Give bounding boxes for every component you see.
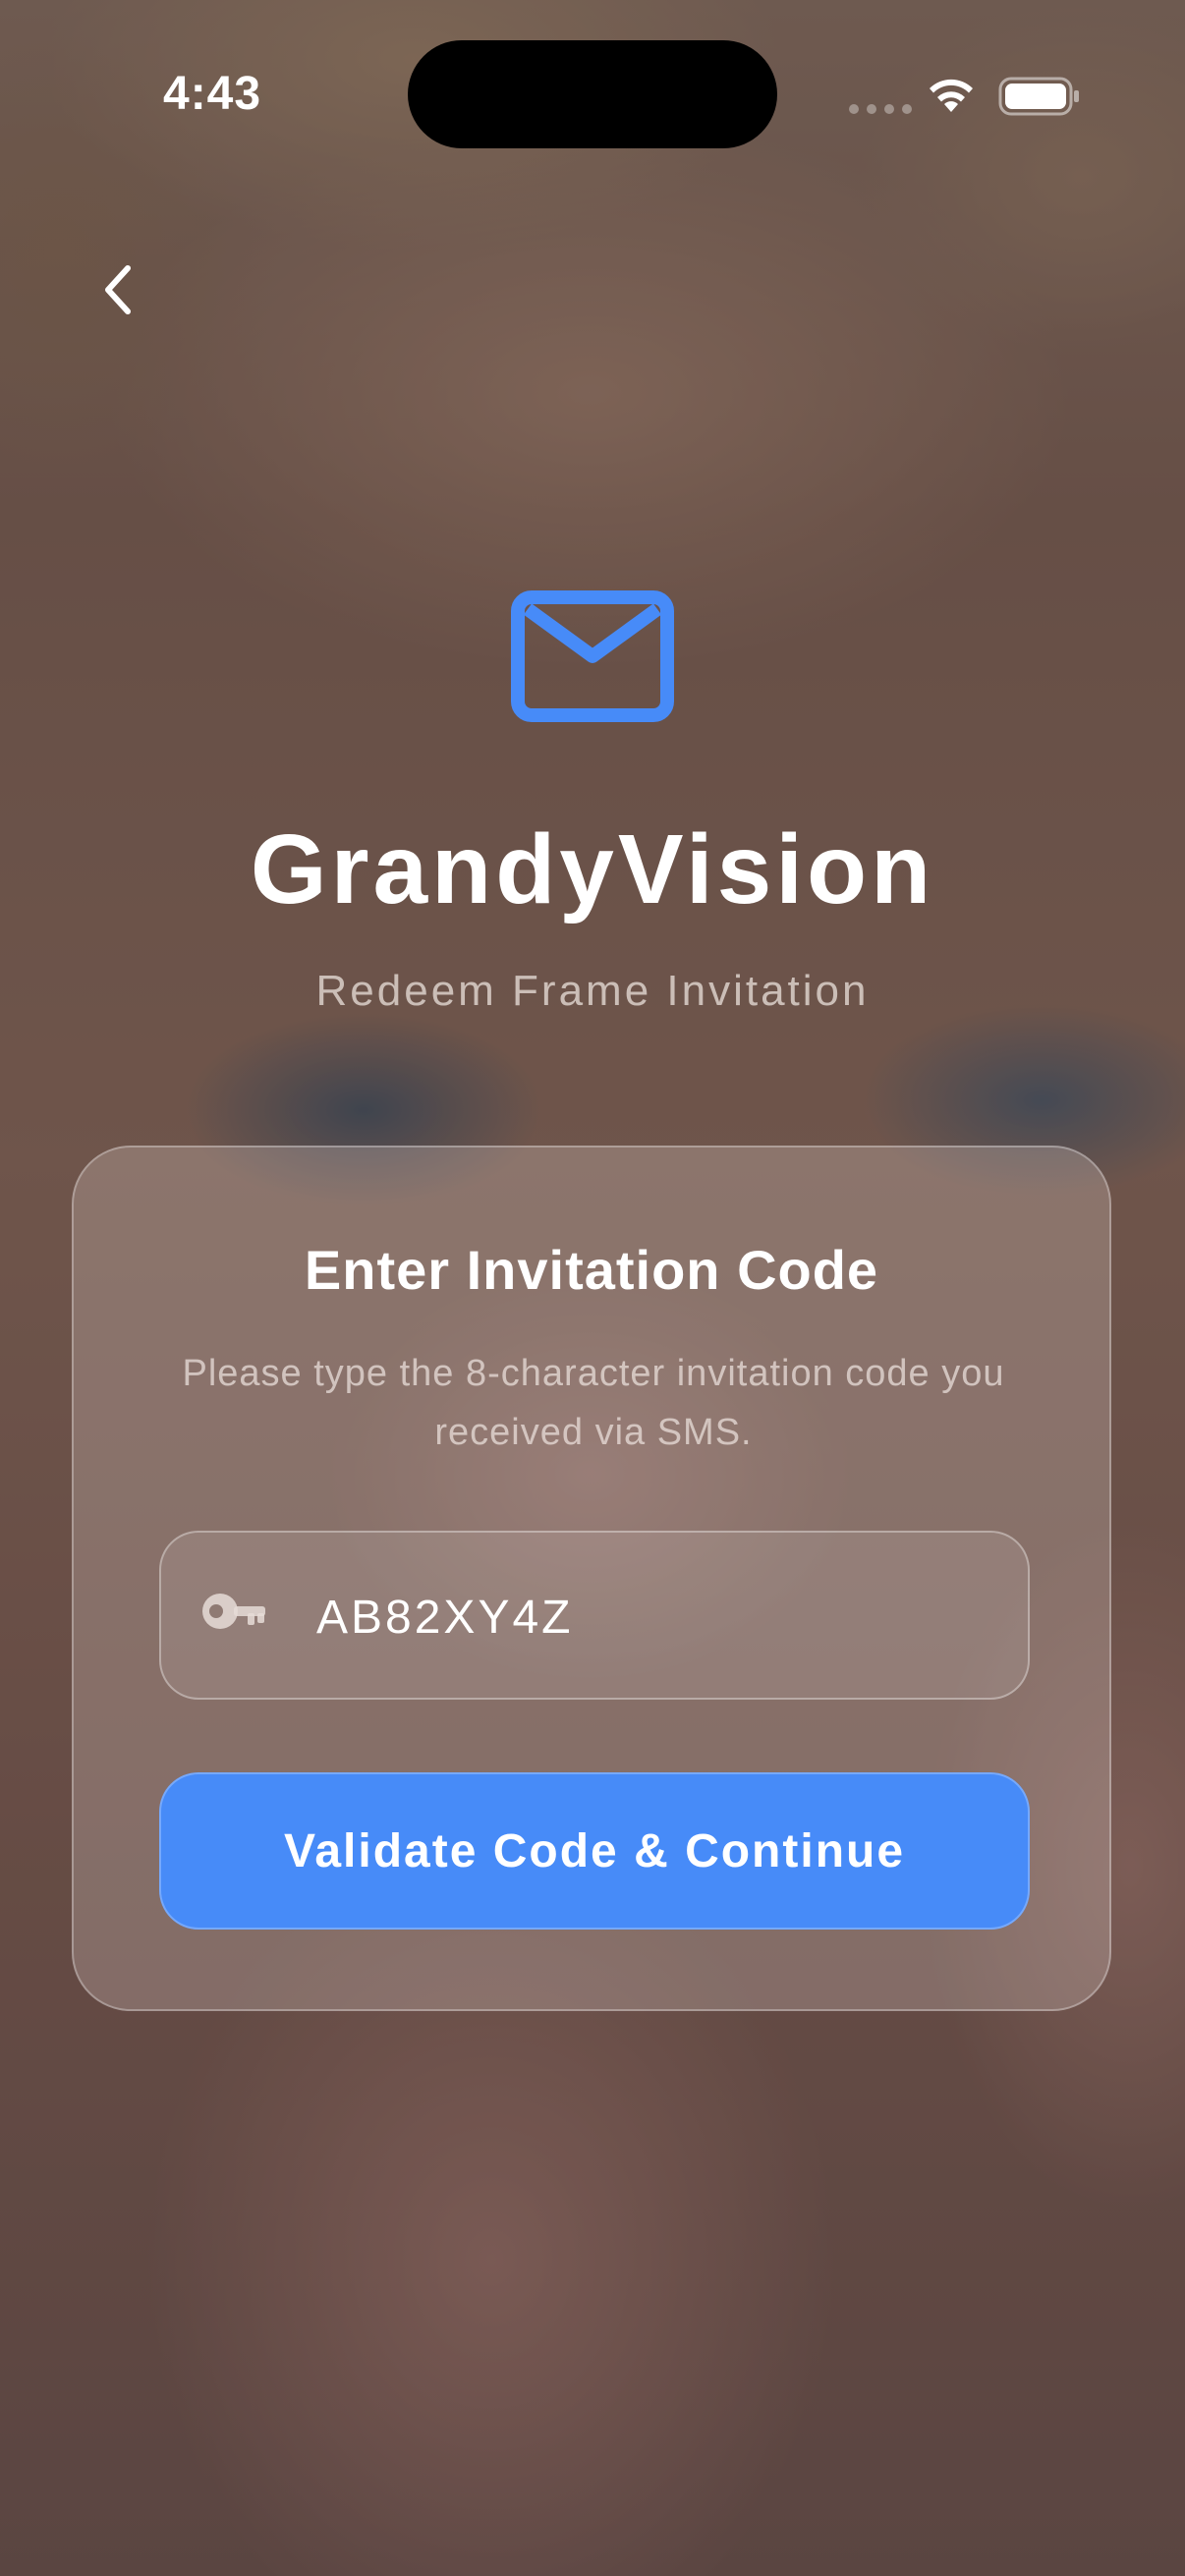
status-time: 4:43 <box>163 68 262 120</box>
envelope-icon <box>511 590 674 722</box>
page-subtitle: Redeem Frame Invitation <box>315 967 870 1015</box>
invitation-card: Enter Invitation Code Please type the 8-… <box>72 1146 1111 2011</box>
dynamic-island <box>408 40 777 148</box>
battery-icon <box>998 77 1079 116</box>
cellular-signal-icon <box>849 104 912 114</box>
app-title: GrandyVision <box>250 814 935 924</box>
back-button[interactable] <box>90 257 145 322</box>
validate-code-button[interactable]: Validate Code & Continue <box>159 1772 1030 1930</box>
wifi-icon <box>930 79 973 112</box>
card-description: Please type the 8-character invitation c… <box>182 1353 1005 1453</box>
invitation-screen: 4:43 GrandyVision Redeem Frame Invitatio… <box>0 0 1185 2576</box>
card-title: Enter Invitation Code <box>304 1239 879 1301</box>
invitation-code-field[interactable] <box>159 1531 1030 1700</box>
key-icon <box>202 1594 265 1629</box>
invitation-code-input[interactable] <box>316 1580 985 1654</box>
chevron-left-icon <box>105 265 131 314</box>
